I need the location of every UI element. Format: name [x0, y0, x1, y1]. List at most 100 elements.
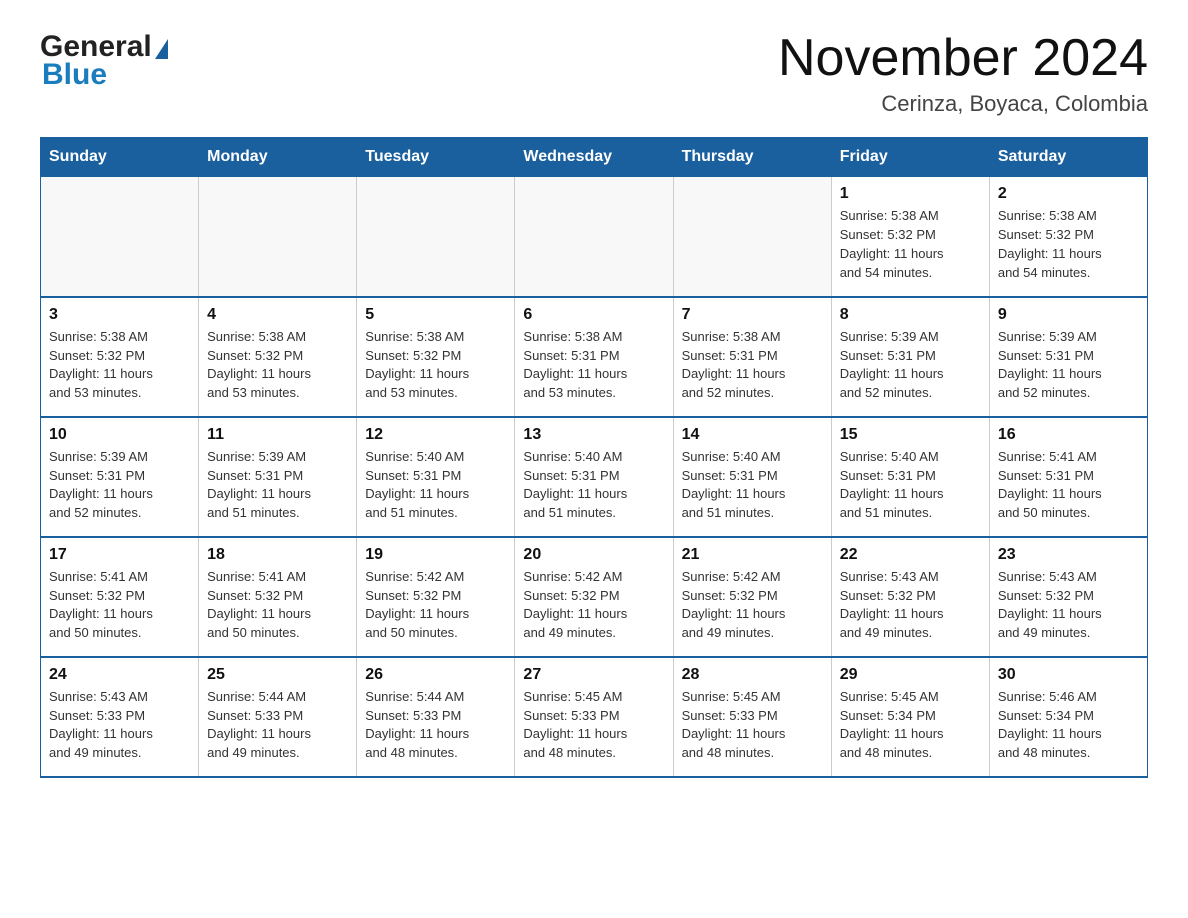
month-year-title: November 2024: [778, 30, 1148, 87]
day-info: Sunrise: 5:38 AM Sunset: 5:32 PM Dayligh…: [840, 207, 981, 282]
calendar-cell: 25 Sunrise: 5:44 AM Sunset: 5:33 PM Dayli…: [199, 657, 357, 777]
day-info: Sunrise: 5:40 AM Sunset: 5:31 PM Dayligh…: [365, 448, 506, 523]
day-number: 6: [523, 306, 664, 324]
col-sunday: Sunday: [41, 138, 199, 177]
day-number: 11: [207, 426, 348, 444]
day-info: Sunrise: 5:46 AM Sunset: 5:34 PM Dayligh…: [998, 688, 1139, 763]
calendar-cell: 15 Sunrise: 5:40 AM Sunset: 5:31 PM Dayli…: [831, 417, 989, 537]
calendar-cell: [41, 177, 199, 297]
day-info: Sunrise: 5:42 AM Sunset: 5:32 PM Dayligh…: [523, 568, 664, 643]
calendar-cell: 7 Sunrise: 5:38 AM Sunset: 5:31 PM Daylig…: [673, 297, 831, 417]
day-number: 26: [365, 666, 506, 684]
day-info: Sunrise: 5:43 AM Sunset: 5:33 PM Dayligh…: [49, 688, 190, 763]
day-info: Sunrise: 5:45 AM Sunset: 5:34 PM Dayligh…: [840, 688, 981, 763]
calendar-cell: 22Sunrise: 5:43 AM Sunset: 5:32 PM Dayli…: [831, 537, 989, 657]
calendar-cell: 13Sunrise: 5:40 AM Sunset: 5:31 PM Dayli…: [515, 417, 673, 537]
day-number: 7: [682, 306, 823, 324]
calendar-week-row: 24 Sunrise: 5:43 AM Sunset: 5:33 PM Dayli…: [41, 657, 1148, 777]
calendar-cell: 21 Sunrise: 5:42 AM Sunset: 5:32 PM Dayli…: [673, 537, 831, 657]
calendar-cell: [515, 177, 673, 297]
day-info: Sunrise: 5:39 AM Sunset: 5:31 PM Dayligh…: [840, 328, 981, 403]
col-friday: Friday: [831, 138, 989, 177]
calendar-cell: 5 Sunrise: 5:38 AM Sunset: 5:32 PM Daylig…: [357, 297, 515, 417]
calendar-cell: [673, 177, 831, 297]
day-info: Sunrise: 5:45 AM Sunset: 5:33 PM Dayligh…: [523, 688, 664, 763]
calendar-week-row: 17 Sunrise: 5:41 AM Sunset: 5:32 PM Dayli…: [41, 537, 1148, 657]
day-number: 3: [49, 306, 190, 324]
day-info: Sunrise: 5:38 AM Sunset: 5:32 PM Dayligh…: [49, 328, 190, 403]
day-info: Sunrise: 5:38 AM Sunset: 5:32 PM Dayligh…: [365, 328, 506, 403]
calendar-week-row: 3 Sunrise: 5:38 AM Sunset: 5:32 PM Daylig…: [41, 297, 1148, 417]
day-number: 2: [998, 185, 1139, 203]
calendar-cell: 14 Sunrise: 5:40 AM Sunset: 5:31 PM Dayli…: [673, 417, 831, 537]
day-info: Sunrise: 5:38 AM Sunset: 5:32 PM Dayligh…: [207, 328, 348, 403]
day-info: Sunrise: 5:42 AM Sunset: 5:32 PM Dayligh…: [682, 568, 823, 643]
calendar-cell: 16 Sunrise: 5:41 AM Sunset: 5:31 PM Dayli…: [989, 417, 1147, 537]
col-saturday: Saturday: [989, 138, 1147, 177]
day-info: Sunrise: 5:38 AM Sunset: 5:31 PM Dayligh…: [682, 328, 823, 403]
day-info: Sunrise: 5:40 AM Sunset: 5:31 PM Dayligh…: [840, 448, 981, 523]
calendar-cell: 11Sunrise: 5:39 AM Sunset: 5:31 PM Dayli…: [199, 417, 357, 537]
weekday-header-row: Sunday Monday Tuesday Wednesday Thursday…: [41, 138, 1148, 177]
day-number: 10: [49, 426, 190, 444]
day-number: 28: [682, 666, 823, 684]
day-info: Sunrise: 5:44 AM Sunset: 5:33 PM Dayligh…: [207, 688, 348, 763]
calendar-cell: 2 Sunrise: 5:38 AM Sunset: 5:32 PM Daylig…: [989, 177, 1147, 297]
day-number: 4: [207, 306, 348, 324]
day-info: Sunrise: 5:45 AM Sunset: 5:33 PM Dayligh…: [682, 688, 823, 763]
calendar-cell: 4 Sunrise: 5:38 AM Sunset: 5:32 PM Daylig…: [199, 297, 357, 417]
calendar-cell: 6Sunrise: 5:38 AM Sunset: 5:31 PM Daylig…: [515, 297, 673, 417]
day-number: 14: [682, 426, 823, 444]
day-number: 25: [207, 666, 348, 684]
calendar-cell: 1Sunrise: 5:38 AM Sunset: 5:32 PM Daylig…: [831, 177, 989, 297]
calendar-cell: 26 Sunrise: 5:44 AM Sunset: 5:33 PM Dayli…: [357, 657, 515, 777]
day-info: Sunrise: 5:41 AM Sunset: 5:32 PM Dayligh…: [49, 568, 190, 643]
calendar-cell: 12Sunrise: 5:40 AM Sunset: 5:31 PM Dayli…: [357, 417, 515, 537]
calendar-table: Sunday Monday Tuesday Wednesday Thursday…: [40, 137, 1148, 778]
day-info: Sunrise: 5:41 AM Sunset: 5:32 PM Dayligh…: [207, 568, 348, 643]
day-info: Sunrise: 5:42 AM Sunset: 5:32 PM Dayligh…: [365, 568, 506, 643]
calendar-cell: 29 Sunrise: 5:45 AM Sunset: 5:34 PM Dayli…: [831, 657, 989, 777]
col-thursday: Thursday: [673, 138, 831, 177]
day-number: 16: [998, 426, 1139, 444]
location-subtitle: Cerinza, Boyaca, Colombia: [778, 91, 1148, 117]
logo: General Blue: [40, 30, 168, 92]
day-number: 20: [523, 546, 664, 564]
calendar-cell: 28 Sunrise: 5:45 AM Sunset: 5:33 PM Dayli…: [673, 657, 831, 777]
day-info: Sunrise: 5:41 AM Sunset: 5:31 PM Dayligh…: [998, 448, 1139, 523]
page-header: General Blue November 2024 Cerinza, Boya…: [40, 30, 1148, 117]
day-number: 27: [523, 666, 664, 684]
col-monday: Monday: [199, 138, 357, 177]
day-number: 15: [840, 426, 981, 444]
day-number: 8: [840, 306, 981, 324]
day-number: 5: [365, 306, 506, 324]
day-info: Sunrise: 5:44 AM Sunset: 5:33 PM Dayligh…: [365, 688, 506, 763]
day-info: Sunrise: 5:39 AM Sunset: 5:31 PM Dayligh…: [49, 448, 190, 523]
calendar-body: 1Sunrise: 5:38 AM Sunset: 5:32 PM Daylig…: [41, 177, 1148, 777]
day-number: 13: [523, 426, 664, 444]
col-wednesday: Wednesday: [515, 138, 673, 177]
calendar-cell: 3 Sunrise: 5:38 AM Sunset: 5:32 PM Daylig…: [41, 297, 199, 417]
calendar-cell: 20 Sunrise: 5:42 AM Sunset: 5:32 PM Dayli…: [515, 537, 673, 657]
day-info: Sunrise: 5:43 AM Sunset: 5:32 PM Dayligh…: [998, 568, 1139, 643]
day-number: 17: [49, 546, 190, 564]
calendar-cell: 8 Sunrise: 5:39 AM Sunset: 5:31 PM Daylig…: [831, 297, 989, 417]
calendar-header: Sunday Monday Tuesday Wednesday Thursday…: [41, 138, 1148, 177]
day-number: 22: [840, 546, 981, 564]
day-info: Sunrise: 5:39 AM Sunset: 5:31 PM Dayligh…: [998, 328, 1139, 403]
logo-triangle-icon: [155, 39, 168, 59]
day-number: 24: [49, 666, 190, 684]
calendar-week-row: 1Sunrise: 5:38 AM Sunset: 5:32 PM Daylig…: [41, 177, 1148, 297]
col-tuesday: Tuesday: [357, 138, 515, 177]
title-section: November 2024 Cerinza, Boyaca, Colombia: [778, 30, 1148, 117]
day-number: 23: [998, 546, 1139, 564]
day-number: 29: [840, 666, 981, 684]
day-number: 21: [682, 546, 823, 564]
day-info: Sunrise: 5:38 AM Sunset: 5:32 PM Dayligh…: [998, 207, 1139, 282]
calendar-cell: 17 Sunrise: 5:41 AM Sunset: 5:32 PM Dayli…: [41, 537, 199, 657]
calendar-cell: 19 Sunrise: 5:42 AM Sunset: 5:32 PM Dayli…: [357, 537, 515, 657]
calendar-cell: 10 Sunrise: 5:39 AM Sunset: 5:31 PM Dayli…: [41, 417, 199, 537]
day-number: 19: [365, 546, 506, 564]
day-info: Sunrise: 5:40 AM Sunset: 5:31 PM Dayligh…: [682, 448, 823, 523]
calendar-cell: 27 Sunrise: 5:45 AM Sunset: 5:33 PM Dayli…: [515, 657, 673, 777]
